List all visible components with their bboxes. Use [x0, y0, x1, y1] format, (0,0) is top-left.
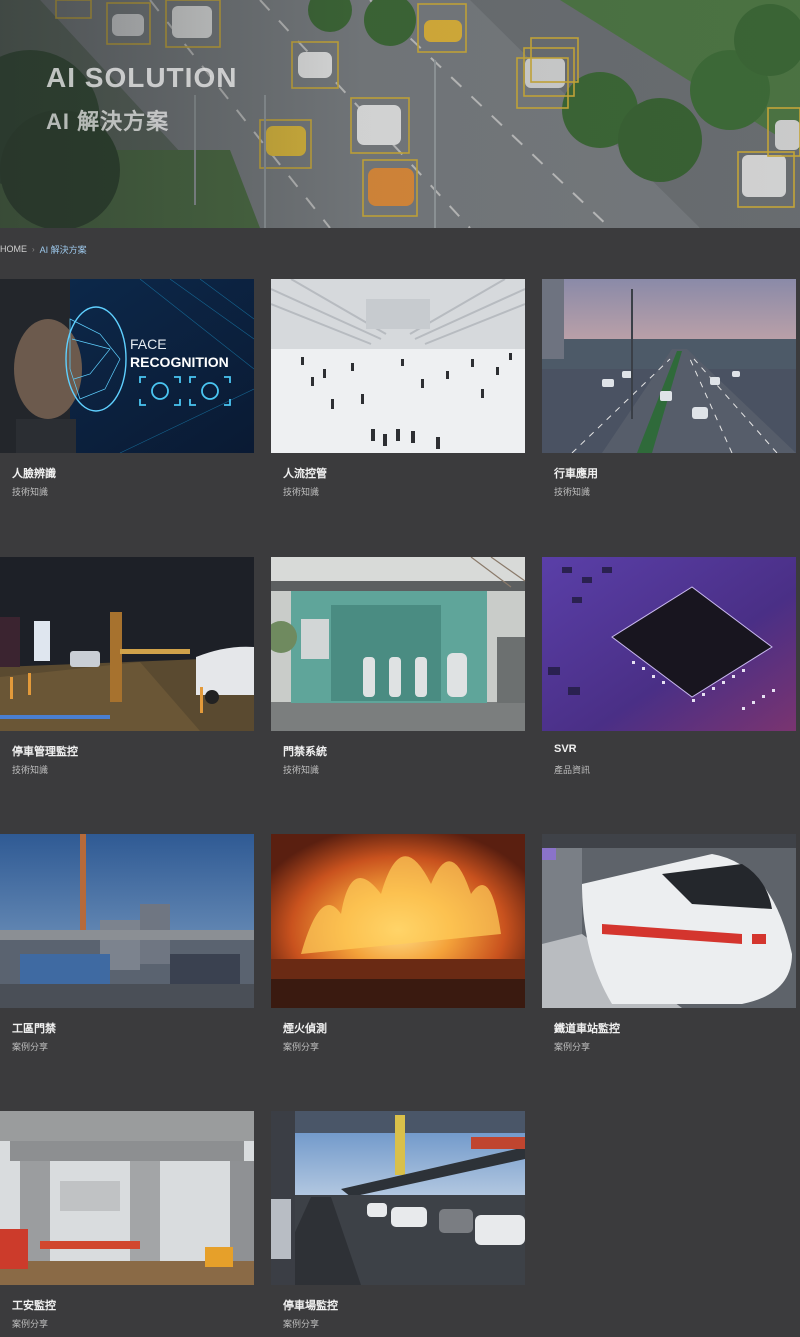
breadcrumb: HOME › AI 解決方案	[0, 242, 87, 256]
card-thumbnail	[542, 834, 796, 1008]
card-title: 工安監控	[12, 1300, 56, 1312]
card-category: 技術知識	[554, 487, 591, 497]
solution-card-fire-detection[interactable]: 煙火偵測 案例分享	[271, 834, 525, 1052]
industrial-plant-image	[0, 834, 254, 1008]
solution-card-face-recognition[interactable]: FACE RECOGNITION 人臉辨識 技術知識	[0, 279, 254, 497]
card-category: 案例分享	[554, 1042, 591, 1052]
card-title: 行車應用	[554, 468, 598, 480]
parking-gate-night-image	[0, 557, 254, 731]
recognition-text: RECOGNITION	[130, 354, 229, 370]
card-title: SVR	[554, 743, 577, 755]
card-thumbnail	[271, 279, 525, 453]
card-title: 鐵道車站監控	[554, 1023, 620, 1035]
chevron-right-icon: ›	[32, 244, 35, 254]
card-category: 技術知識	[283, 487, 320, 497]
card-title: 人流控管	[283, 468, 327, 480]
solution-card-parking-lot[interactable]: 停車場監控 案例分享	[271, 1111, 525, 1329]
card-thumbnail: FACE RECOGNITION	[0, 279, 254, 453]
construction-site-image	[0, 1111, 254, 1285]
card-category: 技術知識	[12, 487, 49, 497]
card-title: 工區門禁	[12, 1023, 56, 1035]
card-thumbnail	[271, 834, 525, 1008]
card-category: 產品資訊	[554, 765, 591, 775]
card-thumbnail	[542, 279, 796, 453]
card-thumbnail	[0, 1111, 254, 1285]
solution-card-crowd-control[interactable]: 人流控管 技術知識	[271, 279, 525, 497]
card-category: 技術知識	[283, 765, 320, 775]
card-thumbnail	[271, 1111, 525, 1285]
card-title: 人臉辨識	[12, 468, 56, 480]
card-title: 停車場監控	[283, 1300, 338, 1312]
card-thumbnail	[0, 834, 254, 1008]
turnstile-gate-image	[271, 557, 525, 731]
breadcrumb-home-link[interactable]: HOME	[0, 244, 27, 254]
high-speed-train-image	[542, 834, 796, 1008]
hero-title: AI SOLUTION	[46, 62, 238, 93]
card-title: 門禁系統	[283, 746, 327, 758]
solution-card-worksite-access[interactable]: 工區門禁 案例分享	[0, 834, 254, 1052]
hero-subtitle: AI 解決方案	[46, 109, 170, 134]
crowd-hall-image	[271, 279, 525, 453]
solution-card-worksite-safety[interactable]: 工安監控 案例分享	[0, 1111, 254, 1329]
card-thumbnail	[0, 557, 254, 731]
parking-lot-image	[271, 1111, 525, 1285]
card-category: 案例分享	[12, 1042, 49, 1052]
solution-card-svr[interactable]: SVR 產品資訊	[542, 557, 796, 775]
fire-image	[271, 834, 525, 1008]
solution-card-parking-management[interactable]: 停車管理監控 技術知識	[0, 557, 254, 775]
solution-card-railway-station[interactable]: 鐵道車站監控 案例分享	[542, 834, 796, 1052]
card-category: 案例分享	[283, 1319, 320, 1329]
card-title: 停車管理監控	[12, 746, 78, 758]
card-title: 煙火偵測	[283, 1023, 327, 1035]
highway-dusk-image	[542, 279, 796, 453]
face-text: FACE	[130, 336, 167, 352]
circuit-chip-image	[542, 557, 796, 731]
card-thumbnail	[271, 557, 525, 731]
solution-card-access-control[interactable]: 門禁系統 技術知識	[271, 557, 525, 775]
card-category: 案例分享	[12, 1319, 49, 1329]
card-category: 案例分享	[283, 1042, 320, 1052]
breadcrumb-current: AI 解決方案	[39, 244, 87, 255]
solution-card-driving[interactable]: 行車應用 技術知識	[542, 279, 796, 497]
card-thumbnail	[542, 557, 796, 731]
card-category: 技術知識	[12, 765, 49, 775]
hero-banner: AI SOLUTION AI 解決方案	[0, 0, 800, 228]
face-recognition-image: FACE RECOGNITION	[0, 279, 254, 453]
